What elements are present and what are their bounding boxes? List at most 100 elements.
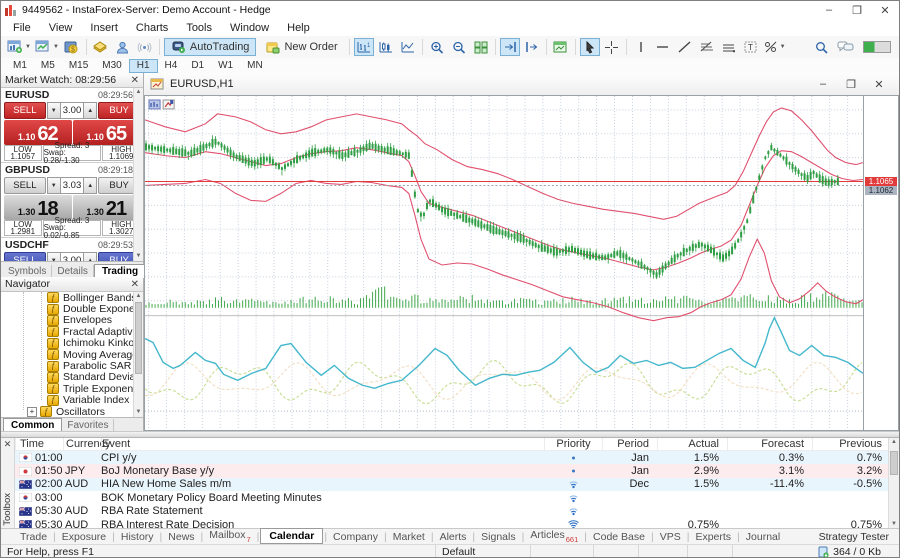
- toolbox-tab-vps[interactable]: VPS: [655, 531, 686, 543]
- calendar-row[interactable]: 01:00CPI y/yJan1.5%0.3%0.7%: [15, 451, 888, 464]
- chart-title-bar[interactable]: EURUSD,H1 – ❐ ✕: [144, 73, 899, 96]
- vertical-line-tool-button[interactable]: [631, 38, 651, 56]
- calendar-row[interactable]: 03:00BOK Monetary Policy Board Meeting M…: [15, 491, 888, 504]
- timeframe-w1[interactable]: W1: [211, 58, 240, 73]
- accounts-button[interactable]: [113, 38, 133, 56]
- timeframe-m15[interactable]: M15: [62, 58, 95, 73]
- timeframe-mn[interactable]: MN: [240, 58, 270, 73]
- toolbox-tab-exposure[interactable]: Exposure: [57, 531, 111, 543]
- timeframe-m30[interactable]: M30: [95, 58, 128, 73]
- menu-charts[interactable]: Charts: [127, 21, 177, 35]
- timeframe-h1[interactable]: H1: [129, 59, 158, 73]
- horizontal-line-tool-button[interactable]: [653, 38, 673, 56]
- calendar-col-forecast[interactable]: Forecast: [727, 438, 812, 450]
- volume-decrease-icon[interactable]: ▼: [47, 177, 61, 194]
- scroll-up-icon[interactable]: ▲: [889, 439, 899, 445]
- timeframe-m5[interactable]: M5: [34, 58, 62, 73]
- status-profile[interactable]: Default: [435, 545, 530, 558]
- sell-button[interactable]: SELL: [4, 102, 46, 119]
- price-scale[interactable]: 1.1065 1.1062: [864, 95, 899, 431]
- volume-decrease-icon[interactable]: ▼: [47, 102, 61, 119]
- menu-view[interactable]: View: [40, 21, 82, 35]
- zoom-out-button[interactable]: [449, 38, 469, 56]
- volume-increase-icon[interactable]: ▲: [83, 177, 97, 194]
- navigator-close-icon[interactable]: ✕: [131, 279, 139, 290]
- market-watch-button[interactable]: $: [62, 38, 82, 56]
- market-watch-scrollbar[interactable]: ▲▼: [133, 88, 143, 261]
- toolbox-tab-experts[interactable]: Experts: [690, 531, 736, 543]
- sell-button[interactable]: SELL: [4, 252, 46, 261]
- volume-value[interactable]: 3.03: [61, 177, 84, 194]
- menu-window[interactable]: Window: [221, 21, 278, 35]
- line-chart-mode-button[interactable]: [398, 38, 418, 56]
- calendar-col-priority[interactable]: Priority: [544, 438, 602, 450]
- menu-insert[interactable]: Insert: [81, 21, 127, 35]
- scroll-down-icon[interactable]: ▼: [889, 521, 899, 527]
- sell-button[interactable]: SELL: [4, 177, 46, 194]
- scroll-down-icon[interactable]: ▼: [134, 408, 143, 417]
- zoom-in-button[interactable]: [427, 38, 447, 56]
- minimize-button[interactable]: –: [815, 1, 843, 19]
- chart-minimize-button[interactable]: –: [809, 75, 837, 93]
- volume-value[interactable]: 3.00: [61, 252, 84, 261]
- timeframe-h4[interactable]: H4: [158, 58, 185, 73]
- bar-chart-mode-button[interactable]: 1: [354, 38, 374, 56]
- calendar-col-currency[interactable]: Currency: [63, 438, 101, 450]
- fibonacci-tool-button[interactable]: [697, 38, 717, 56]
- autotrading-button[interactable]: AutoTrading: [164, 38, 257, 56]
- toolbox-tab-articles[interactable]: Articles661: [525, 529, 583, 543]
- volume-decrease-icon[interactable]: ▼: [47, 252, 61, 261]
- text-tool-button[interactable]: T: [741, 38, 761, 56]
- new-chart-button[interactable]: ▼: [6, 38, 32, 56]
- chart-close-button[interactable]: ✕: [865, 75, 893, 93]
- market-watch-close-icon[interactable]: ✕: [131, 75, 139, 86]
- toolbox-tab-trade[interactable]: Trade: [15, 531, 52, 543]
- tile-windows-button[interactable]: [471, 38, 491, 56]
- chart-shift-button[interactable]: [522, 38, 542, 56]
- new-order-button[interactable]: New Order: [258, 38, 344, 56]
- menu-tools[interactable]: Tools: [177, 21, 221, 35]
- calendar-row[interactable]: 02:00AUDHIA New Home Sales m/mDec1.5%-11…: [15, 478, 888, 491]
- scroll-thumb[interactable]: [890, 451, 898, 475]
- volume-value[interactable]: 3.00: [61, 102, 84, 119]
- profiles-button[interactable]: ▼: [34, 38, 60, 56]
- menu-help[interactable]: Help: [278, 21, 319, 35]
- volume-increase-icon[interactable]: ▲: [83, 252, 97, 261]
- calendar-col-previous[interactable]: Previous: [812, 438, 888, 450]
- toolbox-tab-journal[interactable]: Journal: [741, 531, 785, 543]
- toolbox-tab-mailbox[interactable]: Mailbox7: [204, 529, 255, 543]
- timeframe-m1[interactable]: M1: [6, 58, 34, 73]
- history-center-button[interactable]: [91, 38, 111, 56]
- close-button[interactable]: ✕: [871, 1, 899, 19]
- toolbox-tab-company[interactable]: Company: [328, 531, 383, 543]
- candle-chart-mode-button[interactable]: [376, 38, 396, 56]
- calendar-scrollbar[interactable]: ▲ ▼: [888, 438, 899, 528]
- auto-scroll-button[interactable]: [500, 38, 520, 56]
- nav-tab-common[interactable]: Common: [3, 418, 62, 432]
- timeframe-d1[interactable]: D1: [184, 58, 211, 73]
- chart-plot-area[interactable]: [144, 95, 864, 431]
- toolbox-tab-signals[interactable]: Signals: [476, 531, 520, 543]
- scroll-thumb[interactable]: [135, 302, 142, 374]
- chart-maximize-button[interactable]: ❐: [837, 75, 865, 93]
- search-icon[interactable]: [815, 41, 828, 54]
- shapes-tool-button[interactable]: ▼: [763, 38, 787, 56]
- cursor-tool-button[interactable]: [580, 38, 600, 56]
- calendar-row[interactable]: 05:30AUDRBA Rate Statement: [15, 505, 888, 518]
- calendar-col-period[interactable]: Period: [602, 438, 657, 450]
- chat-icon[interactable]: [837, 41, 854, 53]
- calendar-row[interactable]: 05:30AUDRBA Interest Rate Decision0.75%0…: [15, 518, 888, 528]
- horizontal-splitter[interactable]: [1, 431, 899, 438]
- strategy-tester-button[interactable]: [551, 38, 571, 56]
- scroll-down-icon[interactable]: ▼: [134, 252, 143, 261]
- scroll-up-icon[interactable]: ▲: [134, 292, 143, 301]
- expand-plus-icon[interactable]: +: [27, 407, 37, 417]
- menu-file[interactable]: File: [4, 21, 40, 35]
- toolbox-tab-alerts[interactable]: Alerts: [435, 531, 472, 543]
- volume-increase-icon[interactable]: ▲: [83, 102, 97, 119]
- trendline-tool-button[interactable]: [675, 38, 695, 56]
- navigator-scrollbar[interactable]: ▲▼: [133, 292, 143, 417]
- crosshair-tool-button[interactable]: [602, 38, 622, 56]
- calendar-col-time[interactable]: Time: [15, 438, 63, 450]
- toolbox-tab-code-base[interactable]: Code Base: [588, 531, 650, 543]
